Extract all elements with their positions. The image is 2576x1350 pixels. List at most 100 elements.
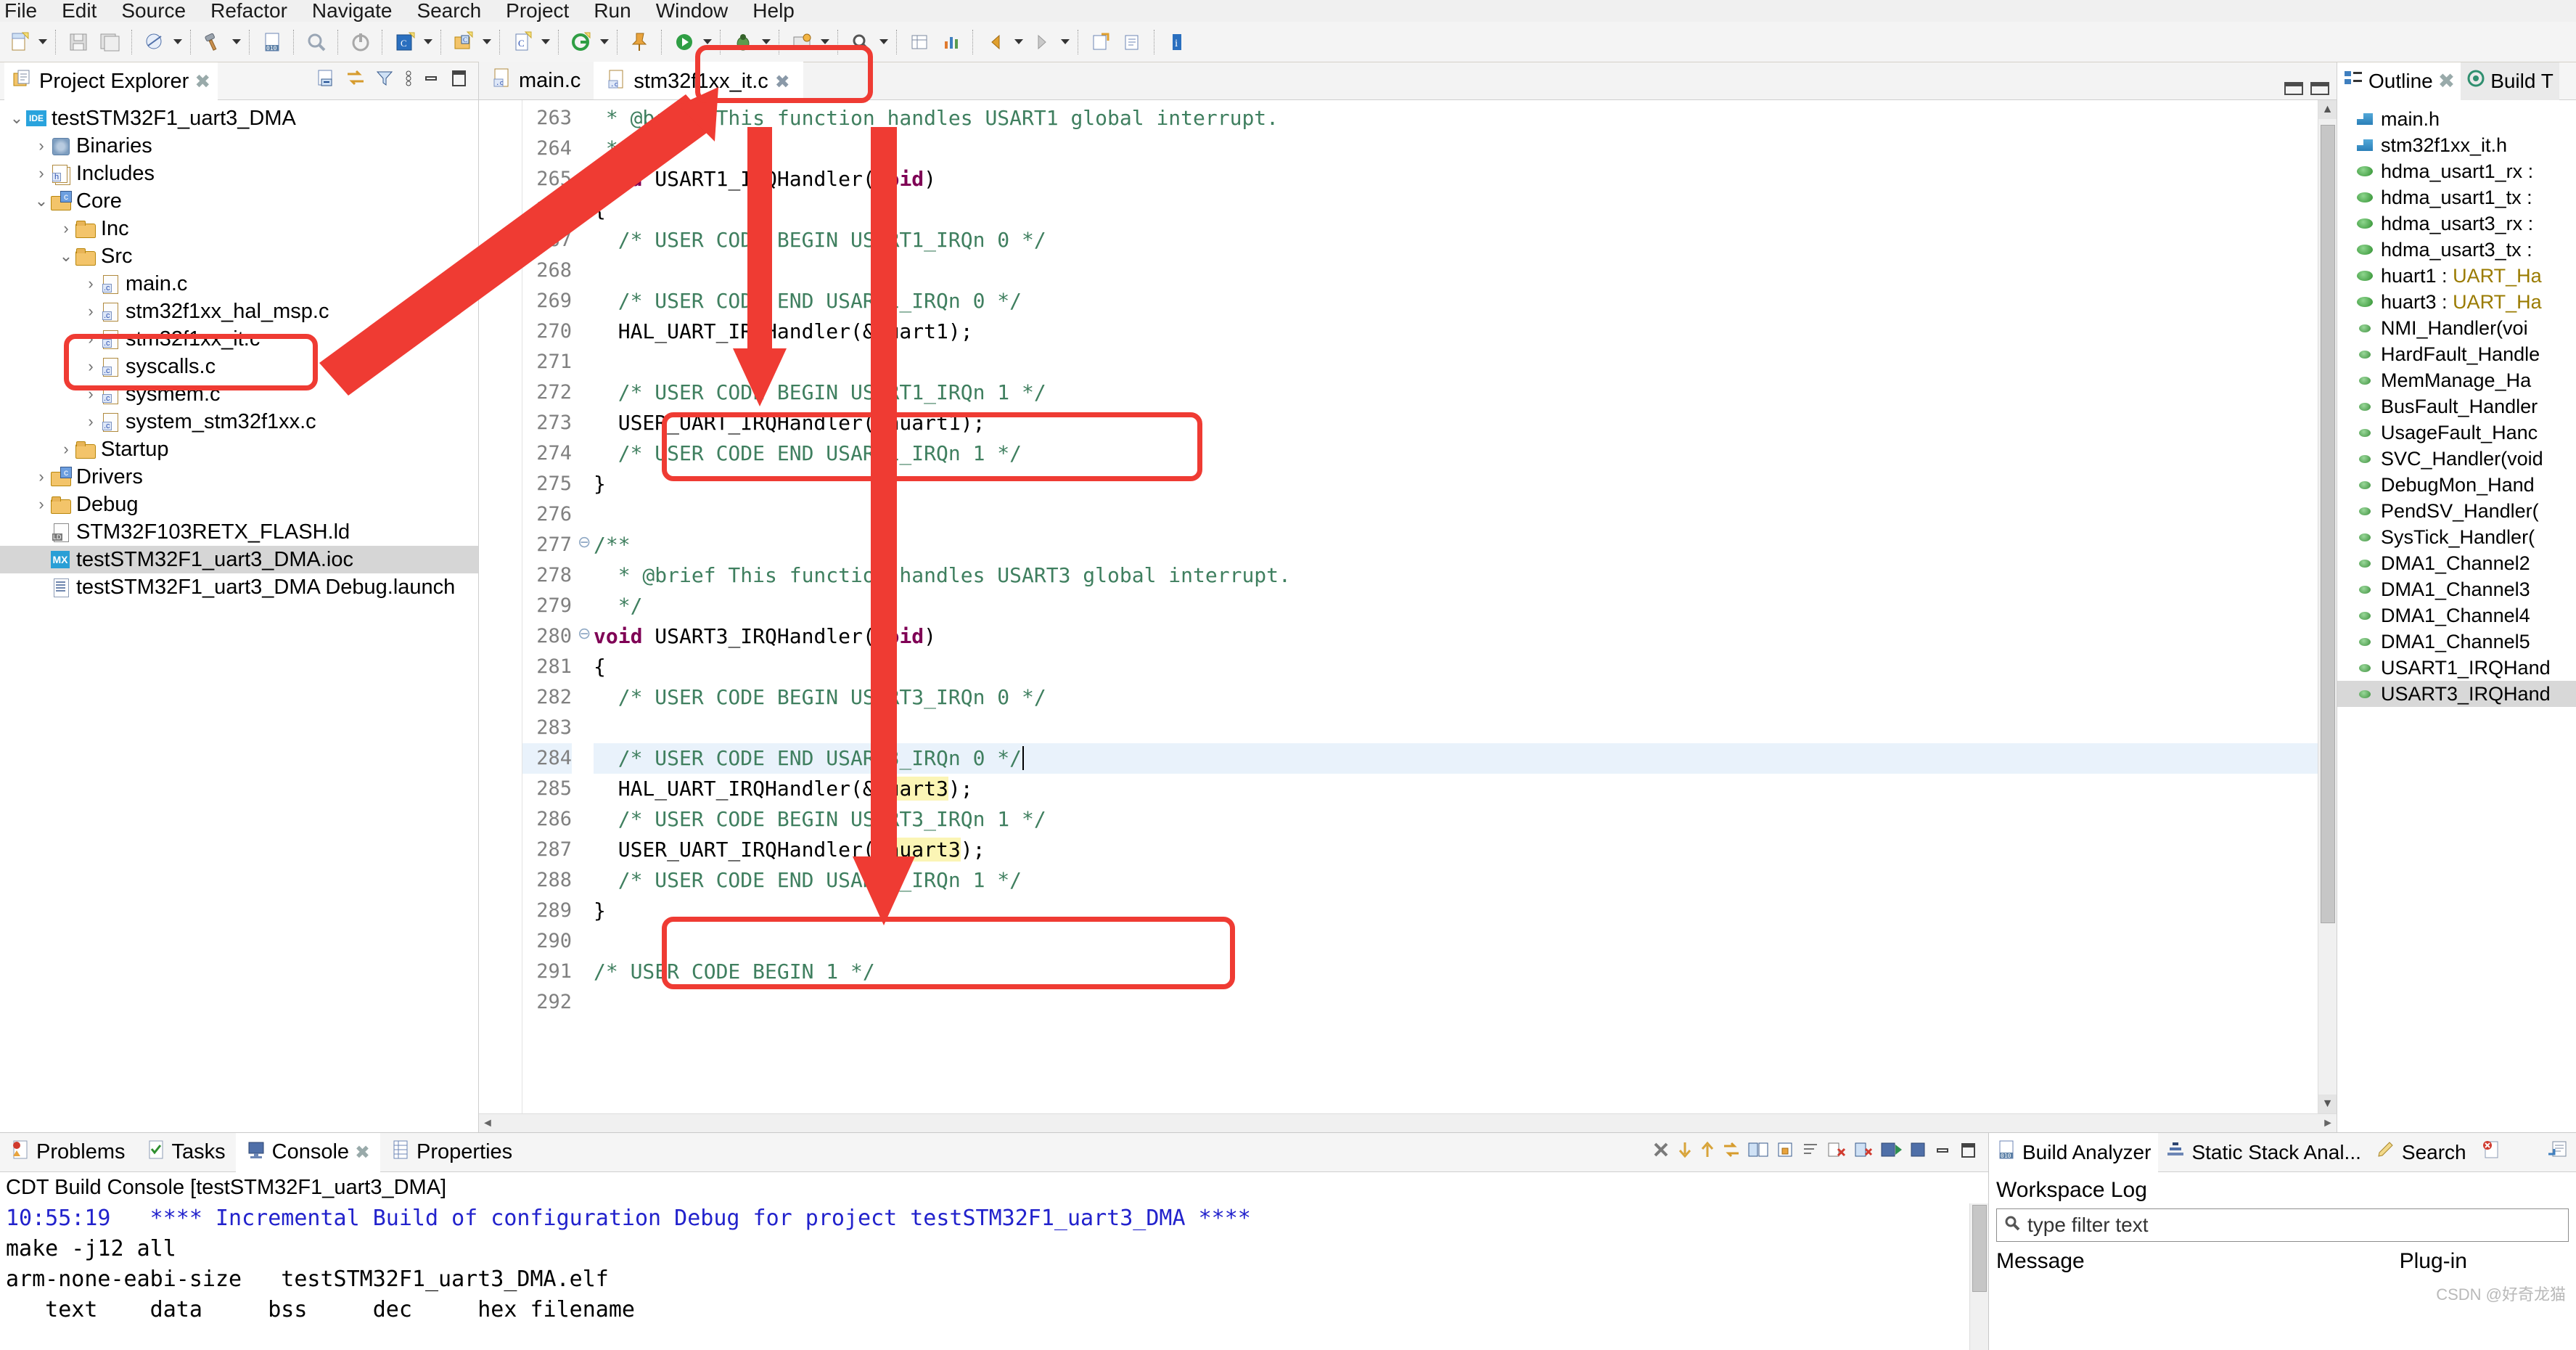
- outline-item[interactable]: NMI_Handler(voi: [2337, 315, 2576, 341]
- dropdown-arrow[interactable]: [480, 27, 493, 57]
- editor-gutter[interactable]: [479, 100, 522, 1113]
- dropdown-arrow[interactable]: [36, 27, 49, 57]
- fold-column[interactable]: ⊖ ⊖ ⊖: [578, 100, 594, 1113]
- tree-item-teststm32f1-uart3-dma[interactable]: ⌄ testSTM32F1_uart3_DMA: [0, 105, 478, 132]
- save-icon[interactable]: [63, 27, 94, 57]
- dropdown-arrow[interactable]: [422, 27, 435, 57]
- console-vertical-scrollbar[interactable]: [1969, 1203, 1988, 1350]
- close-icon[interactable]: ✖: [775, 71, 790, 93]
- tab-console[interactable]: Console ✖: [235, 1132, 380, 1172]
- tab-problems[interactable]: Problems: [0, 1133, 136, 1172]
- editor-tab-stm32f1xx-it-c[interactable]: .c stm32f1xx_it.c ✖: [594, 62, 803, 99]
- outline-item[interactable]: UsageFault_Hanc: [2337, 420, 2576, 446]
- scroll-left-arrow-icon[interactable]: ◄: [482, 1117, 493, 1130]
- remove-all-icon[interactable]: [1853, 1140, 1874, 1165]
- outline-item[interactable]: DMA1_Channel3: [2337, 576, 2576, 602]
- outline-item[interactable]: DMA1_Channel2: [2337, 550, 2576, 576]
- tab-project-explorer[interactable]: Project Explorer ✖: [4, 62, 218, 100]
- scroll-down-icon[interactable]: [1677, 1140, 1693, 1165]
- dropdown-arrow[interactable]: [877, 27, 890, 57]
- code-viewport[interactable]: 263 264 265 266 267 268 269 270 271 272 273 274 275 2…: [479, 100, 2337, 1113]
- terminate-icon[interactable]: [1652, 1140, 1670, 1165]
- tree-item-main-c[interactable]: › main.c: [0, 270, 478, 298]
- binary-010-icon[interactable]: 010: [257, 27, 287, 57]
- maximize-icon[interactable]: [449, 69, 469, 94]
- twisty-collapsed-icon[interactable]: ›: [81, 385, 100, 404]
- dropdown-arrow[interactable]: [1059, 27, 1072, 57]
- pin-icon[interactable]: [625, 27, 655, 57]
- dropdown-arrow[interactable]: [539, 27, 552, 57]
- minimize-icon[interactable]: [422, 69, 442, 94]
- menu-item-search[interactable]: Search: [417, 0, 481, 22]
- collapse-all-icon[interactable]: [316, 68, 337, 95]
- nav-back-icon[interactable]: [980, 27, 1011, 57]
- new-c-folder-icon[interactable]: C: [448, 27, 479, 57]
- console-output[interactable]: 10:55:19 **** Incremental Build of confi…: [0, 1203, 1988, 1350]
- lock-icon[interactable]: [1776, 1140, 1794, 1165]
- code-line[interactable]: [594, 347, 2318, 377]
- close-icon[interactable]: ✖: [2438, 69, 2455, 93]
- code-line[interactable]: /* USER CODE BEGIN USART3_IRQn 0 */: [594, 682, 2318, 713]
- clear-icon[interactable]: [1801, 1140, 1820, 1165]
- column-header-message[interactable]: Message: [1996, 1249, 2085, 1274]
- tab-search[interactable]: Search: [2368, 1133, 2474, 1172]
- tab-properties[interactable]: Properties: [380, 1133, 522, 1172]
- open-console-icon[interactable]: [1880, 1140, 1902, 1165]
- outline-item[interactable]: stm32f1xx_it.h: [2337, 132, 2576, 158]
- code-line[interactable]: void USART3_IRQHandler(void): [594, 621, 2318, 652]
- tree-item-debug[interactable]: › Debug: [0, 491, 478, 518]
- code-line[interactable]: */: [594, 591, 2318, 621]
- twisty-expanded-icon[interactable]: ⌄: [57, 247, 75, 266]
- dropdown-arrow[interactable]: [760, 27, 773, 57]
- tree-item-drivers[interactable]: › Drivers: [0, 463, 478, 491]
- menu-item-file[interactable]: File: [4, 0, 37, 22]
- close-icon[interactable]: ✖: [355, 1142, 370, 1163]
- outline-list[interactable]: main.h stm32f1xx_it.h hdma_usart1_rx : hdma…: [2337, 100, 2576, 1132]
- code-line[interactable]: /* USER CODE END USART1_IRQn 0 */: [594, 286, 2318, 316]
- code-line[interactable]: /* USER CODE BEGIN USART1_IRQn 1 */: [594, 377, 2318, 408]
- open-type-icon[interactable]: [1117, 27, 1148, 57]
- search-icon[interactable]: [845, 27, 876, 57]
- editor-tab-main-c[interactable]: .c main.c: [479, 62, 594, 99]
- filter-icon[interactable]: [374, 68, 395, 95]
- print-icon[interactable]: [139, 27, 170, 57]
- outline-item[interactable]: HardFault_Handle: [2337, 341, 2576, 367]
- external-tools-icon[interactable]: [787, 27, 817, 57]
- tree-item-stm32f103retx-flash-ld[interactable]: STM32F103RETX_FLASH.ld: [0, 518, 478, 546]
- scroll-down-arrow-icon[interactable]: ▼: [2318, 1095, 2337, 1113]
- code-line[interactable]: /* USER CODE BEGIN 1 */: [594, 957, 2318, 987]
- twisty-collapsed-icon[interactable]: ›: [81, 412, 100, 431]
- run-green-icon[interactable]: [669, 27, 700, 57]
- minimize-icon[interactable]: [1934, 1140, 1953, 1165]
- outline-item[interactable]: hdma_usart1_tx :: [2337, 184, 2576, 210]
- outline-item[interactable]: hdma_usart3_tx :: [2337, 237, 2576, 263]
- menu-item-help[interactable]: Help: [752, 0, 795, 22]
- twisty-collapsed-icon[interactable]: ›: [32, 495, 51, 514]
- tree-item-stm32f1xx-it-c[interactable]: › stm32f1xx_it.c: [0, 325, 478, 353]
- scroll-thumb[interactable]: [1972, 1205, 1987, 1292]
- save-all-icon[interactable]: [95, 27, 126, 57]
- code-line[interactable]: void USART1_IRQHandler(void): [594, 164, 2318, 195]
- code-line[interactable]: [594, 713, 2318, 743]
- editor-horizontal-scrollbar[interactable]: ◄ ►: [479, 1113, 2337, 1132]
- twisty-collapsed-icon[interactable]: ›: [81, 357, 100, 376]
- filter-text-input[interactable]: type filter text: [1996, 1208, 2569, 1242]
- dropdown-arrow[interactable]: [701, 27, 714, 57]
- tab-tasks[interactable]: Tasks: [136, 1133, 236, 1172]
- dropdown-arrow[interactable]: [819, 27, 832, 57]
- code-line[interactable]: /**: [594, 530, 2318, 560]
- twisty-collapsed-icon[interactable]: ›: [81, 302, 100, 321]
- chart-icon[interactable]: [936, 27, 967, 57]
- code-line[interactable]: [594, 987, 2318, 1018]
- menu-item-project[interactable]: Project: [506, 0, 569, 22]
- code-line[interactable]: * @brief This function handles USART1 gl…: [594, 103, 2318, 134]
- debug-bug-icon[interactable]: [728, 27, 758, 57]
- twisty-collapsed-icon[interactable]: ›: [32, 164, 51, 183]
- code-line[interactable]: }: [594, 896, 2318, 926]
- dropdown-arrow[interactable]: [230, 27, 243, 57]
- code-line[interactable]: HAL_UART_IRQHandler(&huart1);: [594, 316, 2318, 347]
- tree-item-inc[interactable]: › Inc: [0, 215, 478, 242]
- info-icon[interactable]: i: [1162, 27, 1192, 57]
- twisty-collapsed-icon[interactable]: ›: [32, 136, 51, 155]
- tab-error-log[interactable]: [2474, 1133, 2514, 1172]
